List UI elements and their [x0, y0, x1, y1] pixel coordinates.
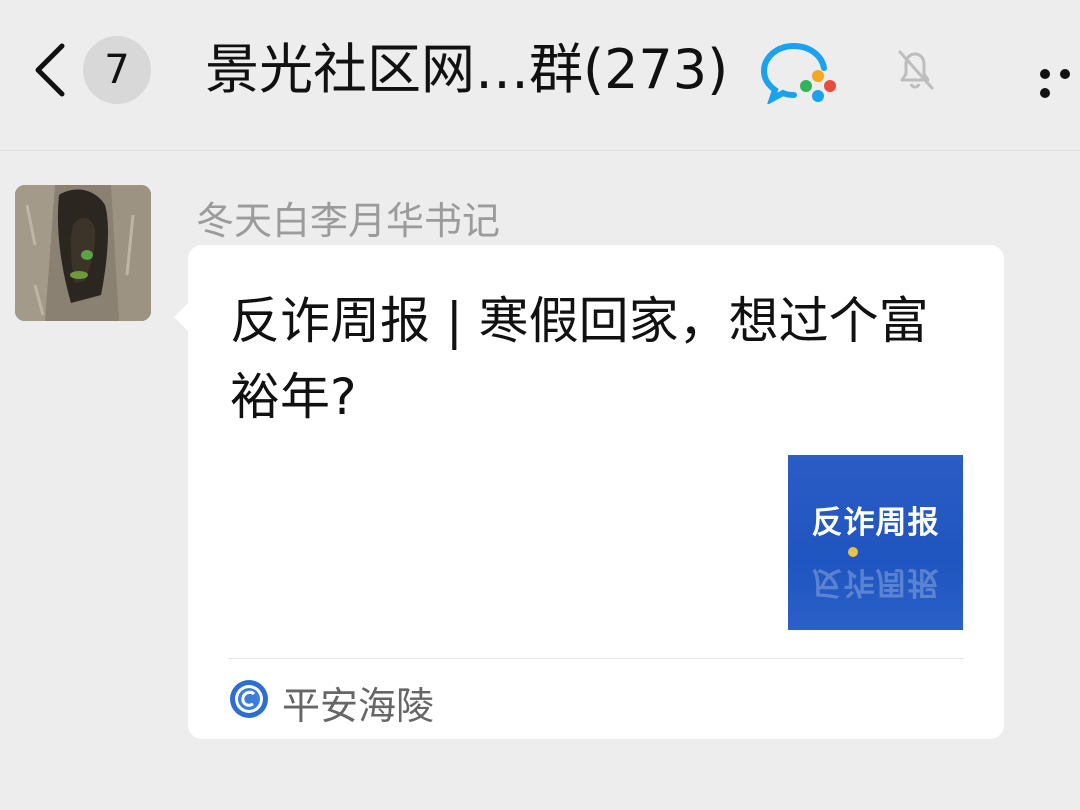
more-options-icon[interactable] — [1040, 64, 1080, 98]
article-thumbnail[interactable]: 反诈周报 反诈周报 — [788, 455, 963, 630]
article-title[interactable]: 反诈周报 | 寒假回家，想过个富裕年? — [230, 283, 970, 435]
bubble-tail — [174, 303, 188, 331]
chat-header: 7 景光社区网…群(273) — [0, 0, 1080, 151]
police-emblem-icon — [848, 547, 858, 557]
thumbnail-title: 反诈周报 — [811, 505, 940, 541]
back-arrow-icon[interactable] — [30, 40, 70, 100]
chat-title[interactable]: 景光社区网…群(273) — [205, 34, 728, 106]
wecom-icon — [760, 43, 836, 104]
article-message-card[interactable]: 反诈周报 | 寒假回家，想过个富裕年? 反诈周报 反诈周报 平安海陵 — [174, 245, 1004, 739]
card-divider — [228, 658, 964, 659]
source-account-name[interactable]: 平安海陵 — [282, 675, 434, 730]
source-logo-icon — [230, 680, 268, 718]
sender-avatar[interactable] — [15, 185, 151, 321]
sender-name: 冬天白李月华书记 — [196, 199, 501, 243]
unread-count-badge[interactable]: 7 — [83, 36, 151, 104]
thumbnail-title-reflection: 反诈周报 — [811, 564, 940, 600]
mute-bell-icon[interactable] — [890, 44, 940, 94]
